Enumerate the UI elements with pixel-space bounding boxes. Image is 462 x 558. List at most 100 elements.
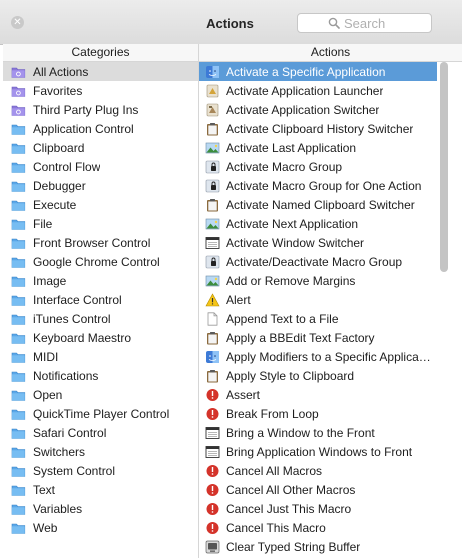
category-row[interactable]: Web bbox=[3, 518, 198, 537]
category-row[interactable]: Interface Control bbox=[3, 290, 198, 309]
action-label: Apply Style to Clipboard bbox=[226, 368, 355, 383]
action-row[interactable]: Bring Application Windows to Front bbox=[199, 442, 437, 461]
action-row[interactable]: Activate Last Application bbox=[199, 138, 437, 157]
category-row[interactable]: All Actions bbox=[3, 62, 198, 81]
category-row[interactable]: MIDI bbox=[3, 347, 198, 366]
category-row[interactable]: Image bbox=[3, 271, 198, 290]
category-row[interactable]: Control Flow bbox=[3, 157, 198, 176]
action-row[interactable]: Cancel This Macro bbox=[199, 518, 437, 537]
category-row[interactable]: Variables bbox=[3, 499, 198, 518]
action-row[interactable]: Append Text to a File bbox=[199, 309, 437, 328]
action-label: Cancel This Macro bbox=[226, 520, 326, 535]
action-row[interactable]: Cancel All Other Macros bbox=[199, 480, 437, 499]
title-bar: ✕ Actions bbox=[0, 0, 462, 45]
smart-folder-icon bbox=[11, 103, 26, 117]
category-row[interactable]: System Control bbox=[3, 461, 198, 480]
finder-app-icon bbox=[205, 65, 220, 79]
categories-column-header[interactable]: Categories bbox=[3, 44, 199, 62]
action-label: Alert bbox=[226, 292, 251, 307]
action-row[interactable]: Bring a Window to the Front bbox=[199, 423, 437, 442]
category-row[interactable]: File bbox=[3, 214, 198, 233]
action-label: Append Text to a File bbox=[226, 311, 339, 326]
macro-group-icon bbox=[205, 160, 220, 174]
category-label: Switchers bbox=[33, 444, 86, 459]
image-app-icon bbox=[205, 141, 220, 155]
launcher-icon bbox=[205, 84, 220, 98]
image-app-icon bbox=[205, 217, 220, 231]
action-row[interactable]: Alert bbox=[199, 290, 437, 309]
action-row[interactable]: Apply a BBEdit Text Factory bbox=[199, 328, 437, 347]
category-row[interactable]: Clipboard bbox=[3, 138, 198, 157]
category-label: Image bbox=[33, 273, 67, 288]
action-row[interactable]: Cancel All Macros bbox=[199, 461, 437, 480]
macro-group-icon bbox=[205, 179, 220, 193]
category-row[interactable]: Execute bbox=[3, 195, 198, 214]
window-icon bbox=[205, 445, 220, 459]
category-row[interactable]: Google Chrome Control bbox=[3, 252, 198, 271]
action-row[interactable]: Cancel Just This Macro bbox=[199, 499, 437, 518]
action-row[interactable]: Activate/Deactivate Macro Group bbox=[199, 252, 437, 271]
category-row[interactable]: Front Browser Control bbox=[3, 233, 198, 252]
action-label: Activate Macro Group bbox=[226, 159, 343, 174]
action-label: Activate/Deactivate Macro Group bbox=[226, 254, 403, 269]
action-row[interactable]: Apply Style to Clipboard bbox=[199, 366, 437, 385]
action-row[interactable]: Activate Application Launcher bbox=[199, 81, 437, 100]
folder-icon bbox=[11, 160, 26, 174]
category-label: Debugger bbox=[33, 178, 86, 193]
folder-icon bbox=[11, 236, 26, 250]
category-row[interactable]: Debugger bbox=[3, 176, 198, 195]
action-row[interactable]: Activate a Specific Application bbox=[199, 62, 437, 81]
action-row[interactable]: Activate Window Switcher bbox=[199, 233, 437, 252]
action-row[interactable]: Activate Application Switcher bbox=[199, 100, 437, 119]
category-row[interactable]: QuickTime Player Control bbox=[3, 404, 198, 423]
macro-group-icon bbox=[205, 255, 220, 269]
category-label: System Control bbox=[33, 463, 116, 478]
action-row[interactable]: Apply Modifiers to a Specific Applicati.… bbox=[199, 347, 437, 366]
stop-icon bbox=[205, 483, 220, 497]
search-field[interactable] bbox=[297, 13, 432, 33]
category-label: Control Flow bbox=[33, 159, 101, 174]
keyboard-icon bbox=[205, 540, 220, 554]
action-row[interactable]: Activate Named Clipboard Switcher bbox=[199, 195, 437, 214]
category-row[interactable]: Notifications bbox=[3, 366, 198, 385]
action-row[interactable]: Activate Next Application bbox=[199, 214, 437, 233]
category-row[interactable]: Safari Control bbox=[3, 423, 198, 442]
category-row[interactable]: Text bbox=[3, 480, 198, 499]
document-icon bbox=[205, 311, 220, 326]
category-label: Web bbox=[33, 520, 58, 535]
stop-icon bbox=[205, 521, 220, 535]
action-row[interactable]: Activate Macro Group for One Action bbox=[199, 176, 437, 195]
action-row[interactable]: Assert bbox=[199, 385, 437, 404]
category-label: All Actions bbox=[33, 64, 89, 79]
search-input[interactable] bbox=[344, 15, 428, 31]
folder-icon bbox=[11, 217, 26, 231]
category-row[interactable]: Application Control bbox=[3, 119, 198, 138]
action-row[interactable]: Activate Clipboard History Switcher bbox=[199, 119, 437, 138]
folder-icon bbox=[11, 388, 26, 402]
close-button[interactable]: ✕ bbox=[11, 16, 24, 29]
stop-icon bbox=[205, 407, 220, 421]
action-label: Clear Typed String Buffer bbox=[226, 539, 361, 554]
stop-icon bbox=[205, 502, 220, 516]
actions-column-header[interactable]: Actions bbox=[199, 44, 462, 62]
folder-icon bbox=[11, 293, 26, 307]
action-row[interactable]: Clear Typed String Buffer bbox=[199, 537, 437, 556]
action-row[interactable]: Break From Loop bbox=[199, 404, 437, 423]
category-row[interactable]: Third Party Plug Ins bbox=[3, 100, 198, 119]
smart-folder-icon bbox=[11, 84, 26, 98]
category-row[interactable]: Keyboard Maestro bbox=[3, 328, 198, 347]
action-label: Add or Remove Margins bbox=[226, 273, 356, 288]
category-row[interactable]: Favorites bbox=[3, 81, 198, 100]
action-label: Apply a BBEdit Text Factory bbox=[226, 330, 375, 345]
actions-scrollbar[interactable] bbox=[440, 62, 448, 272]
category-row[interactable]: iTunes Control bbox=[3, 309, 198, 328]
action-label: Bring a Window to the Front bbox=[226, 425, 375, 440]
action-label: Activate Application Launcher bbox=[226, 83, 384, 98]
category-row[interactable]: Switchers bbox=[3, 442, 198, 461]
action-row[interactable]: Activate Macro Group bbox=[199, 157, 437, 176]
stop-icon bbox=[205, 464, 220, 478]
action-row[interactable]: Add or Remove Margins bbox=[199, 271, 437, 290]
action-label: Bring Application Windows to Front bbox=[226, 444, 413, 459]
action-label: Activate Clipboard History Switcher bbox=[226, 121, 414, 136]
category-row[interactable]: Open bbox=[3, 385, 198, 404]
